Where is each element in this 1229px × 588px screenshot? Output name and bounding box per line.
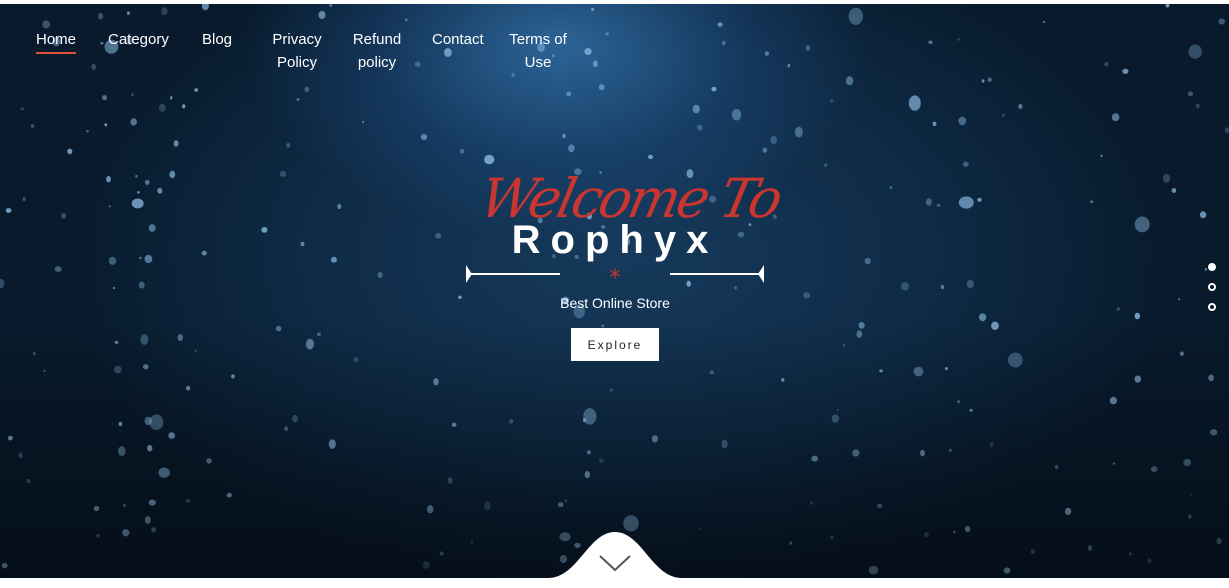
nav-item-privacy-policy[interactable]: Privacy Policy — [272, 28, 322, 74]
nav-item-contact[interactable]: Contact — [432, 28, 484, 51]
hero-banner: Home Category Blog Privacy Policy Refund… — [0, 4, 1229, 578]
main-nav: Home Category Blog Privacy Policy Refund… — [0, 28, 600, 88]
nav-item-terms-of-use[interactable]: Terms of Use — [508, 28, 568, 74]
nav-item-category[interactable]: Category — [108, 28, 169, 51]
raindrop-background — [0, 4, 1229, 575]
slider-dot-2[interactable] — [1208, 283, 1216, 291]
nav-item-blog[interactable]: Blog — [202, 28, 232, 51]
explore-button[interactable]: Explore — [571, 328, 659, 361]
divider-asterisk: * — [610, 266, 621, 288]
nav-item-home[interactable]: Home — [36, 28, 77, 54]
brand-title: Rophyx — [511, 218, 719, 262]
nav-item-refund-policy[interactable]: Refund policy — [352, 28, 402, 74]
slider-dot-1[interactable] — [1208, 263, 1216, 271]
subtitle: Best Online Store — [560, 295, 670, 311]
scroll-down-button[interactable] — [548, 526, 682, 580]
title-divider: * — [466, 265, 764, 288]
slider-dot-3[interactable] — [1208, 303, 1216, 311]
